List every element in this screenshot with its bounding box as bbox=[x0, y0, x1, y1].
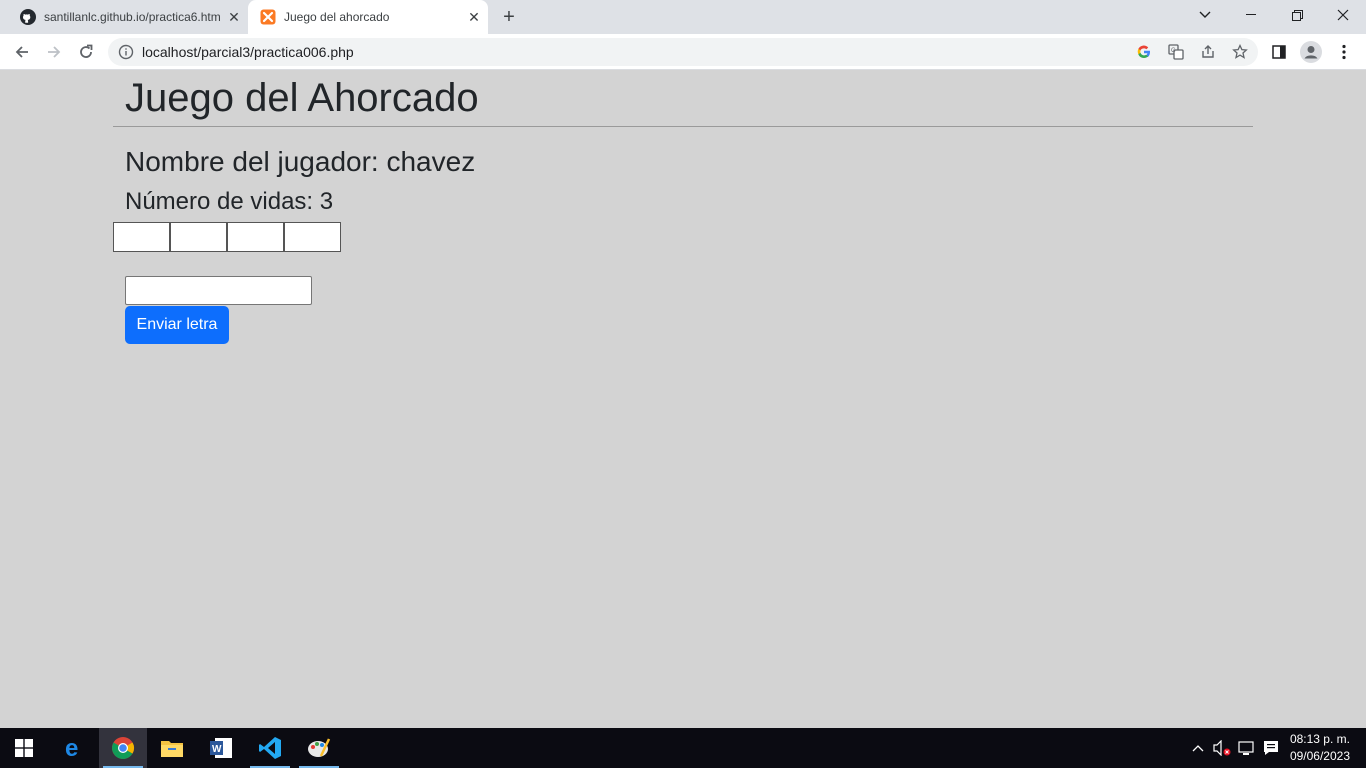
notifications-icon[interactable] bbox=[1260, 728, 1282, 768]
minimize-button[interactable] bbox=[1228, 0, 1274, 30]
github-icon bbox=[20, 9, 36, 25]
svg-text:W: W bbox=[212, 744, 222, 755]
letter-slot bbox=[170, 222, 227, 252]
forward-button[interactable] bbox=[40, 38, 68, 66]
xampp-icon bbox=[260, 9, 276, 25]
page-title: Juego del Ahorcado bbox=[125, 76, 479, 120]
svg-text:e: e bbox=[65, 736, 78, 760]
bookmark-star-icon[interactable] bbox=[1232, 44, 1248, 60]
divider bbox=[113, 126, 1253, 127]
browser-toolbar: localhost/parcial3/practica006.php G bbox=[0, 34, 1366, 70]
lives-count: Número de vidas: 3 bbox=[125, 188, 334, 215]
letter-slots bbox=[113, 222, 341, 252]
letter-slot bbox=[113, 222, 170, 252]
tab-title: santillanlc.github.io/practica6.html bbox=[44, 10, 220, 24]
new-tab-button[interactable]: + bbox=[496, 4, 522, 30]
tab-github[interactable]: santillanlc.github.io/practica6.html ✕ bbox=[8, 0, 248, 34]
taskbar: e W 08:13 p. m. 09/06/2023 bbox=[0, 728, 1366, 768]
close-tab-icon[interactable]: ✕ bbox=[220, 3, 248, 31]
tab-search-icon[interactable] bbox=[1182, 0, 1228, 30]
clock-time: 08:13 p. m. bbox=[1289, 732, 1350, 746]
start-icon[interactable] bbox=[0, 728, 48, 768]
close-tab-icon[interactable]: ✕ bbox=[460, 3, 488, 31]
volume-muted-icon[interactable] bbox=[1210, 728, 1234, 768]
profile-avatar-icon[interactable] bbox=[1297, 38, 1325, 66]
system-clock[interactable]: 08:13 p. m. 09/06/2023 bbox=[1290, 731, 1350, 765]
address-bar[interactable]: localhost/parcial3/practica006.php G bbox=[108, 38, 1258, 66]
url-text: localhost/parcial3/practica006.php bbox=[142, 44, 354, 60]
side-panel-icon[interactable] bbox=[1265, 38, 1293, 66]
chrome-icon[interactable] bbox=[99, 728, 147, 768]
letter-slot bbox=[284, 222, 341, 252]
info-icon[interactable] bbox=[118, 44, 134, 60]
edge-icon[interactable]: e bbox=[50, 728, 98, 768]
google-icon[interactable] bbox=[1136, 44, 1152, 60]
close-window-button[interactable] bbox=[1320, 0, 1366, 30]
share-icon[interactable] bbox=[1200, 44, 1216, 60]
word-icon[interactable]: W bbox=[197, 728, 245, 768]
clock-date: 09/06/2023 bbox=[1289, 749, 1350, 763]
svg-text:G: G bbox=[1171, 48, 1176, 54]
translate-icon[interactable]: G bbox=[1168, 44, 1184, 60]
letter-input[interactable] bbox=[125, 276, 312, 305]
vscode-icon[interactable] bbox=[246, 728, 294, 768]
menu-kebab-icon[interactable] bbox=[1330, 38, 1358, 66]
tab-strip: santillanlc.github.io/practica6.html ✕ J… bbox=[0, 0, 1366, 34]
reload-button[interactable] bbox=[72, 38, 100, 66]
paint-icon[interactable] bbox=[295, 728, 343, 768]
network-icon[interactable] bbox=[1236, 728, 1258, 768]
tab-title: Juego del ahorcado bbox=[284, 10, 390, 24]
letter-slot bbox=[227, 222, 284, 252]
send-letter-button[interactable]: Enviar letra bbox=[125, 306, 229, 344]
restore-button[interactable] bbox=[1274, 0, 1320, 30]
chevron-up-icon[interactable] bbox=[1188, 728, 1208, 768]
tab-ahorcado[interactable]: Juego del ahorcado ✕ bbox=[248, 0, 488, 34]
player-name: Nombre del jugador: chavez bbox=[125, 146, 476, 177]
file-explorer-icon[interactable] bbox=[148, 728, 196, 768]
page-body: Juego del Ahorcado Nombre del jugador: c… bbox=[0, 70, 1366, 728]
back-button[interactable] bbox=[8, 38, 36, 66]
